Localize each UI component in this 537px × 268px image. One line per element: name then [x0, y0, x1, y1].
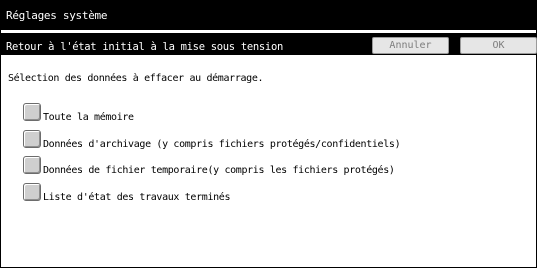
option-label: Liste d'état des travaux terminés: [43, 192, 231, 203]
title-bar: Réglages système: [1, 1, 536, 30]
option-temporary-file-data[interactable]: Données de fichier temporaire(y compris …: [23, 156, 523, 178]
option-all-memory[interactable]: Toute la mémoire: [23, 103, 523, 125]
option-job-status-list[interactable]: Liste d'état des travaux terminés: [23, 183, 523, 205]
option-label: Données de fichier temporaire(y compris …: [43, 165, 395, 176]
checkbox[interactable]: [23, 103, 41, 121]
instruction-text: Sélection des données à effacer au démar…: [8, 73, 264, 84]
ok-button[interactable]: OK: [460, 37, 537, 54]
option-archive-data[interactable]: Données d'archivage (y compris fichiers …: [23, 130, 523, 152]
page-title: Retour à l'état initial à la mise sous t…: [6, 41, 283, 53]
checkbox[interactable]: [23, 156, 41, 174]
sub-header-bar: Retour à l'état initial à la mise sous t…: [1, 33, 537, 55]
option-label: Données d'archivage (y compris fichiers …: [43, 139, 401, 150]
window-title: Réglages système: [6, 9, 108, 22]
settings-screen: Réglages système Retour à l'état initial…: [0, 0, 537, 268]
checkbox[interactable]: [23, 183, 41, 201]
option-label: Toute la mémoire: [43, 112, 134, 123]
checkbox[interactable]: [23, 130, 41, 148]
cancel-button[interactable]: Annuler: [372, 37, 449, 54]
